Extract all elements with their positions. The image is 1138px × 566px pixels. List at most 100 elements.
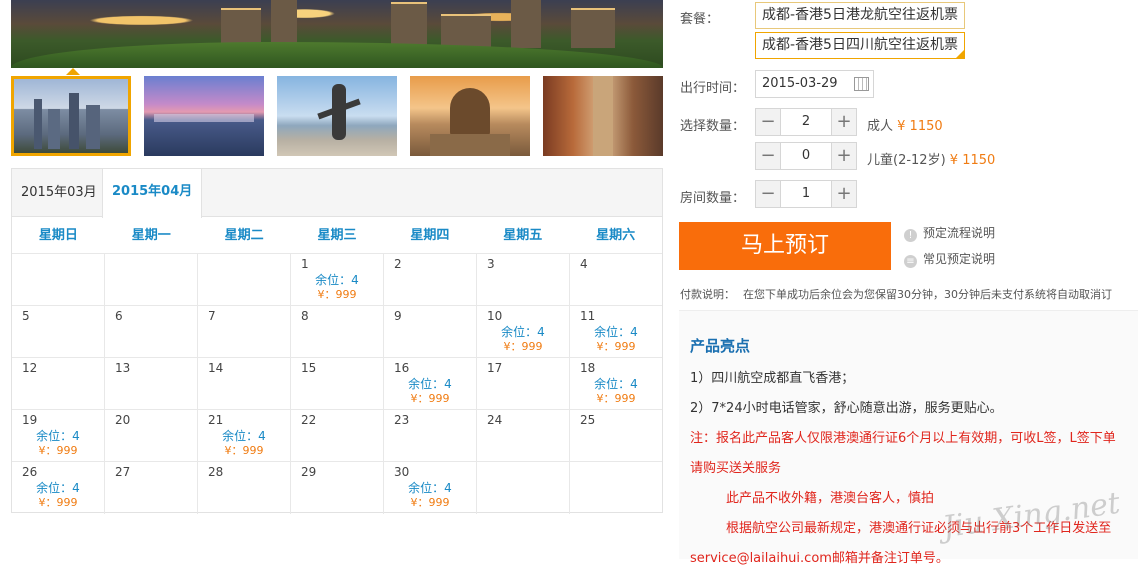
calendar-day[interactable]: 20 [105,410,198,461]
day-number: 24 [487,413,503,427]
child-price: ¥ 1150 [949,153,996,168]
day-number: 10 [487,309,503,323]
calendar-day[interactable]: 12 [12,358,105,409]
hero-image [11,0,663,68]
calendar-day[interactable]: 27 [105,462,198,514]
date-value: 2015-03-29 [762,76,838,91]
room-plus-button[interactable]: + [832,181,856,207]
day-number: 2 [394,257,402,271]
adult-price-label: 成人 ¥ 1150 [867,115,943,134]
weekday-label: 星期六 [596,228,636,243]
day-price: ¥：999 [317,288,357,301]
calendar-day[interactable]: 30 余位：4 ¥：999 [384,462,477,514]
calendar-day[interactable]: 5 [12,306,105,357]
calendar-day [105,254,198,305]
weekday-label: 星期一 [131,228,171,243]
thumb-street-market[interactable] [543,76,663,156]
calendar-day[interactable]: 3 [477,254,570,305]
calendar-day[interactable]: 26 余位：4 ¥：999 [12,462,105,514]
highlight-note: 此产品不收外籍，港澳台客人，慎拍 [726,491,935,506]
calendar-day[interactable]: 22 [291,410,384,461]
help-flow-link[interactable]: ! 预定流程说明 [904,224,995,242]
day-number: 18 [580,361,596,375]
calendar-day[interactable]: 13 [105,358,198,409]
room-minus-button[interactable]: − [756,181,780,207]
calendar-day[interactable]: 25 [570,410,662,461]
calendar: 2015年03月 2015年04月 星期日 星期一 星期二 星期三 星期四 星期… [11,168,663,514]
weekday-header: 星期日 星期一 星期二 星期三 星期四 星期五 星期六 [12,217,662,254]
help-faq-link[interactable]: ≡ 常见预定说明 [904,250,995,268]
day-number: 1 [301,257,309,271]
book-now-button[interactable]: 马上预订 [679,222,891,270]
day-number: 21 [208,413,224,427]
day-number: 26 [22,465,38,479]
calendar-day[interactable]: 29 [291,462,384,514]
calendar-day[interactable]: 16 余位：4 ¥：999 [384,358,477,409]
weekday-label: 星期五 [503,228,543,243]
calendar-week: 12 13 14 15 16 余位：4 ¥：999 17 18 余位：4 ¥：999 [12,358,662,410]
calendar-day[interactable]: 9 [384,306,477,357]
document-icon: ≡ [904,255,917,268]
day-number: 30 [394,465,410,479]
adult-price: ¥ 1150 [897,119,943,134]
calendar-icon[interactable] [854,77,869,91]
day-price: ¥：999 [38,496,78,509]
room-qty-input[interactable]: 1 [780,181,832,207]
calendar-day[interactable]: 28 [198,462,291,514]
date-label: 出行时间： [680,81,746,96]
day-price: ¥：999 [410,392,450,405]
highlights-title: 产品亮点 [690,337,751,355]
calendar-day[interactable]: 7 [198,306,291,357]
calendar-day[interactable]: 6 [105,306,198,357]
adult-plus-button[interactable]: + [832,109,856,135]
calendar-day [570,462,662,514]
calendar-day[interactable]: 1 余位：4 ¥：999 [291,254,384,305]
calendar-day[interactable]: 15 [291,358,384,409]
day-price: ¥：999 [596,340,636,353]
calendar-day[interactable]: 4 [570,254,662,305]
day-number: 20 [115,413,131,427]
calendar-week: 19 余位：4 ¥：999 20 21 余位：4 ¥：999 22 23 24 25 [12,410,662,462]
package-option-dragonair[interactable]: 成都-香港5日港龙航空往返机票 [755,2,965,29]
package-label: 套餐： [680,12,720,27]
calendar-day[interactable]: 24 [477,410,570,461]
calendar-day[interactable]: 23 [384,410,477,461]
adult-qty-input[interactable]: 2 [780,109,832,135]
tab-march[interactable]: 2015年03月 [12,169,106,217]
calendar-day[interactable]: 17 [477,358,570,409]
weekday-label: 星期三 [317,228,357,243]
payment-note-text: 在您下单成功后余位会为您保留30分钟，30分钟后未支付系统将自动取消订 [743,288,1112,301]
adult-minus-button[interactable]: − [756,109,780,135]
child-plus-button[interactable]: + [832,143,856,169]
calendar-day[interactable]: 8 [291,306,384,357]
weekday-label: 星期四 [410,228,450,243]
calendar-day[interactable]: 18 余位：4 ¥：999 [570,358,662,409]
child-minus-button[interactable]: − [756,143,780,169]
calendar-day[interactable]: 10 余位：4 ¥：999 [477,306,570,357]
calendar-day[interactable]: 14 [198,358,291,409]
thumb-big-buddha[interactable] [410,76,530,156]
thumb-statue[interactable] [277,76,397,156]
thumb-harbour[interactable] [144,76,264,156]
thumb-hk-skyline[interactable] [11,76,131,156]
help-flow-label: 预定流程说明 [923,226,996,240]
date-field[interactable]: 2015-03-29 [755,70,874,98]
highlight-note: service@lailaihui.com邮箱并备注订单号。 [690,551,949,566]
day-number: 22 [301,413,317,427]
day-number: 29 [301,465,317,479]
package-option-sichuan-air[interactable]: 成都-香港5日四川航空往返机票 [755,32,965,59]
calendar-day[interactable]: 21 余位：4 ¥：999 [198,410,291,461]
child-qty-input[interactable]: 0 [780,143,832,169]
calendar-day [198,254,291,305]
calendar-week: 1 余位：4 ¥：999 2 3 4 [12,254,662,306]
day-number: 16 [394,361,410,375]
day-number: 12 [22,361,38,375]
day-number: 5 [22,309,30,323]
calendar-day[interactable]: 19 余位：4 ¥：999 [12,410,105,461]
day-number: 7 [208,309,216,323]
room-label: 房间数量： [680,191,746,206]
calendar-day[interactable]: 2 [384,254,477,305]
day-number: 27 [115,465,131,479]
calendar-day[interactable]: 11 余位：4 ¥：999 [570,306,662,357]
tab-april[interactable]: 2015年04月 [102,169,203,218]
